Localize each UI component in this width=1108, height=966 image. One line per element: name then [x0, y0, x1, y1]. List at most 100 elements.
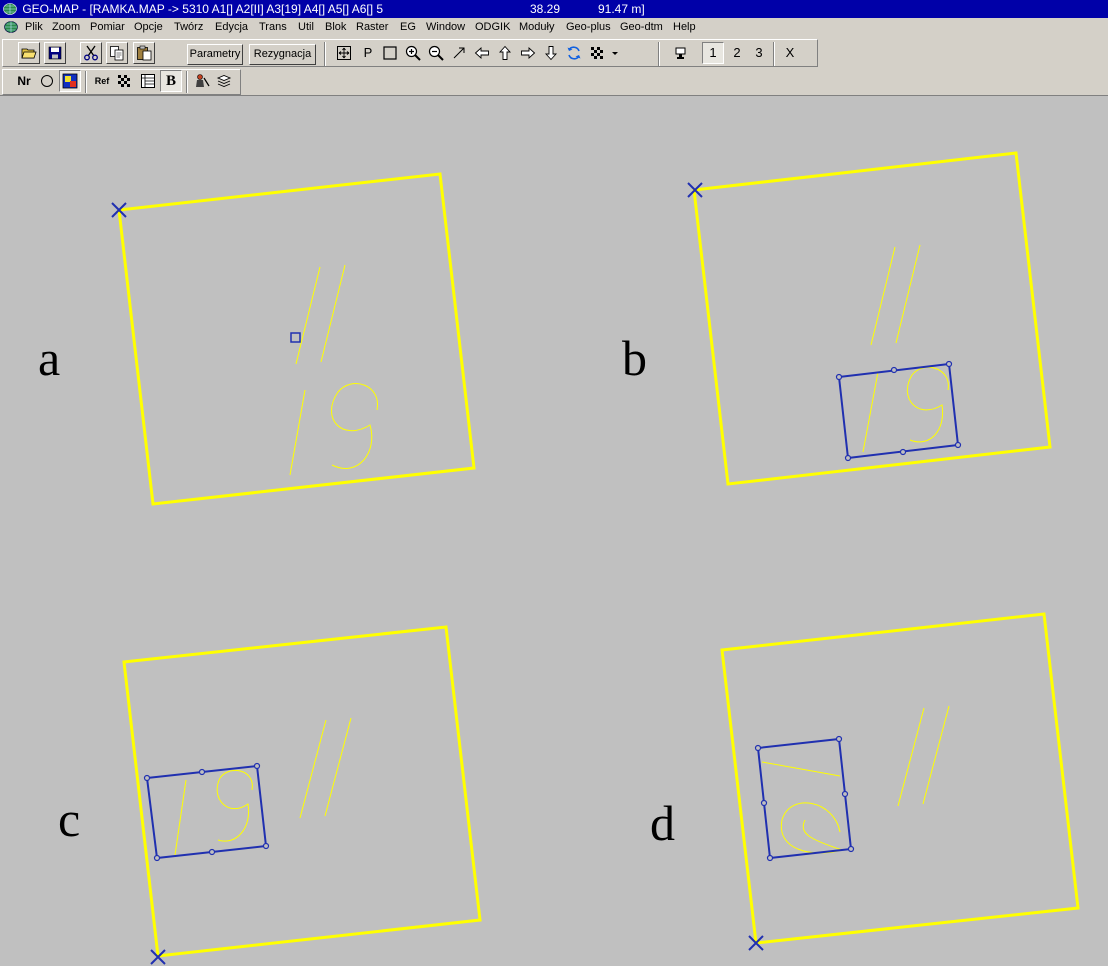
selection-handle[interactable]	[841, 790, 849, 798]
selection-handle[interactable]	[153, 854, 161, 862]
selection-handle[interactable]	[262, 842, 270, 850]
arrow-up-icon	[498, 45, 512, 60]
selection-box-d[interactable]	[756, 737, 853, 860]
insertion-point-marker[interactable]	[290, 332, 301, 343]
cut-button[interactable]	[80, 42, 102, 64]
selection-handle[interactable]	[835, 373, 843, 381]
frame-polygon-a[interactable]	[117, 172, 476, 506]
selection-handle[interactable]	[945, 360, 953, 368]
p-button[interactable]: P	[357, 42, 379, 64]
text-stroke-d	[761, 761, 841, 777]
menu-geo-dtm[interactable]: Geo-dtm	[618, 18, 665, 37]
open-file-button[interactable]	[18, 42, 40, 64]
checker-icon	[591, 47, 603, 59]
text-stroke-a	[320, 264, 346, 363]
menu-pomiar[interactable]: Pomiar	[88, 18, 127, 37]
layer-tool-button[interactable]	[670, 42, 692, 64]
refresh-button[interactable]	[563, 42, 585, 64]
menu-geo-plus[interactable]: Geo-plus	[564, 18, 613, 37]
selection-handle[interactable]	[766, 854, 774, 862]
map-canvas[interactable]: a b c d	[0, 96, 1108, 966]
selection-handle[interactable]	[198, 768, 206, 776]
pan-left-button[interactable]	[471, 42, 493, 64]
selection-handle[interactable]	[844, 454, 852, 462]
selection-handle[interactable]	[899, 448, 907, 456]
selection-box-c[interactable]	[145, 764, 268, 860]
layers-button[interactable]	[213, 70, 235, 92]
selection-handle[interactable]	[760, 799, 768, 807]
layer-1-toggle[interactable]: 1	[702, 42, 724, 64]
layer-stamp-icon	[675, 47, 686, 59]
circle-icon	[41, 75, 53, 87]
pan-up-button[interactable]	[494, 42, 516, 64]
ref-button[interactable]: Ref	[91, 70, 113, 92]
pan-right-button[interactable]	[517, 42, 539, 64]
selection-handle[interactable]	[754, 744, 762, 752]
menu-raster[interactable]: Raster	[354, 18, 390, 37]
frame-polygon-b[interactable]	[692, 151, 1052, 486]
digit-nine-c	[216, 769, 253, 842]
close-x-button[interactable]: X	[779, 42, 801, 64]
pattern-dropdown[interactable]	[607, 42, 623, 64]
arrow-down-icon	[544, 46, 558, 61]
arrow-left-icon	[474, 46, 489, 60]
layer-3-toggle[interactable]: 3	[748, 42, 770, 64]
zoom-out-button[interactable]	[425, 42, 447, 64]
fill-button[interactable]	[59, 70, 81, 92]
selection-handle[interactable]	[835, 735, 843, 743]
menu-edycja[interactable]: Edycja	[213, 18, 250, 37]
window-title: GEO-MAP - [RAMKA.MAP -> 5310 A1[] A2[II]…	[22, 2, 384, 16]
panel-label-c: c	[58, 791, 81, 847]
scissors-icon	[84, 45, 98, 61]
text-stroke-c	[174, 779, 187, 856]
attribute-tool-button[interactable]	[191, 70, 213, 92]
toolbar-separator	[324, 42, 326, 66]
selection-handle[interactable]	[954, 441, 962, 449]
nr-button[interactable]: Nr	[13, 70, 35, 92]
copy-button[interactable]	[106, 42, 128, 64]
menu-blok[interactable]: Blok	[323, 18, 348, 37]
frame-polygon-d[interactable]	[720, 612, 1080, 945]
selection-box-b[interactable]	[837, 362, 960, 460]
menu-odgik[interactable]: ODGIK	[473, 18, 512, 37]
panel-b-drawing	[687, 151, 1052, 486]
rezygnacja-button[interactable]: Rezygnacja	[249, 44, 316, 65]
pan-down-button[interactable]	[540, 42, 562, 64]
text-stroke-d	[897, 707, 925, 807]
selection-handle[interactable]	[253, 762, 261, 770]
globe-icon[interactable]	[4, 21, 18, 33]
selection-handle[interactable]	[890, 366, 898, 374]
menu-moduly[interactable]: Moduły	[517, 18, 556, 37]
color-fill-icon	[62, 73, 78, 89]
frame-polygon-c[interactable]	[122, 625, 482, 958]
save-file-button[interactable]	[44, 42, 66, 64]
zoom-window-button[interactable]	[379, 42, 401, 64]
menu-help[interactable]: Help	[671, 18, 698, 37]
menu-plik[interactable]: Plik	[23, 18, 45, 37]
zoom-extents-button[interactable]	[333, 42, 355, 64]
selection-handle[interactable]	[208, 848, 216, 856]
menu-trans[interactable]: Trans	[257, 18, 289, 37]
menu-zoom[interactable]: Zoom	[50, 18, 82, 37]
layers-stack-icon	[216, 75, 232, 87]
panel-label-d: d	[650, 795, 675, 851]
selection-handles-d	[754, 735, 855, 862]
paste-button[interactable]	[133, 42, 155, 64]
menu-eg[interactable]: EG	[398, 18, 418, 37]
pattern-button[interactable]	[586, 42, 608, 64]
zoom-in-icon	[405, 45, 421, 61]
selection-handle[interactable]	[847, 845, 855, 853]
table-button[interactable]	[137, 70, 159, 92]
circle-button[interactable]	[36, 70, 58, 92]
menu-window[interactable]: Window	[424, 18, 467, 37]
zoom-in-button[interactable]	[402, 42, 424, 64]
menu-opcje[interactable]: Opcje	[132, 18, 165, 37]
menu-util[interactable]: Util	[296, 18, 316, 37]
layer-2-toggle[interactable]: 2	[726, 42, 748, 64]
selection-handle[interactable]	[143, 774, 151, 782]
menu-tworz[interactable]: Twórz	[172, 18, 205, 37]
pan-diagonal-button[interactable]	[448, 42, 470, 64]
b-button[interactable]: B	[160, 70, 182, 92]
hatch-button[interactable]	[113, 70, 135, 92]
parametry-button[interactable]: Parametry	[187, 44, 243, 65]
